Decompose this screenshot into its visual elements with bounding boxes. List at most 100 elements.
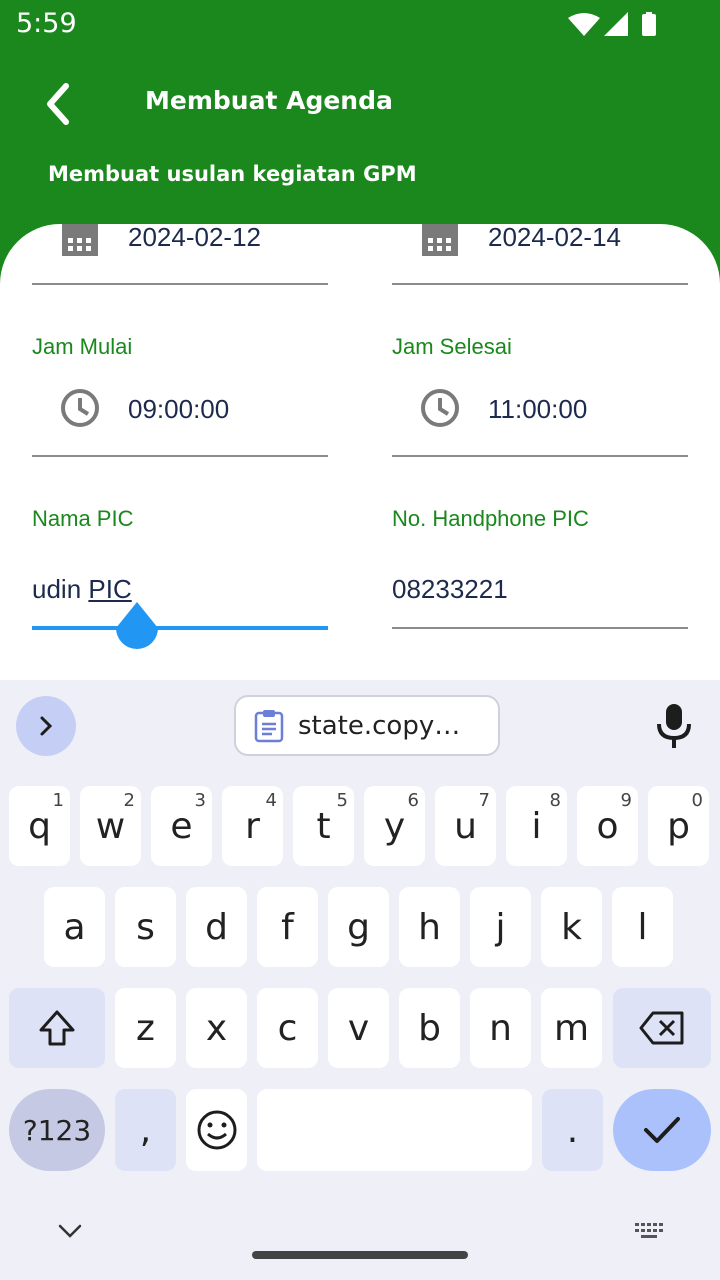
key-label: p [667, 805, 690, 847]
keyboard-expand-button[interactable] [16, 696, 76, 756]
pic-name-composing: PIC [88, 574, 132, 604]
key-n[interactable]: n [470, 988, 531, 1068]
pic-name-label: Nama PIC [32, 506, 134, 531]
key-b[interactable]: b [399, 988, 460, 1068]
key-z[interactable]: z [115, 988, 176, 1068]
key-m[interactable]: m [541, 988, 602, 1068]
hide-keyboard-button[interactable] [56, 1220, 84, 1244]
backspace-icon [639, 1011, 684, 1045]
key-h[interactable]: h [399, 887, 460, 967]
text-cursor-handle[interactable] [114, 602, 160, 658]
key-c[interactable]: c [257, 988, 318, 1068]
period-key[interactable]: . [542, 1089, 603, 1171]
key-l[interactable]: l [612, 887, 673, 967]
key-q[interactable]: q1 [9, 786, 70, 866]
clipboard-icon [254, 709, 284, 742]
start-time-label: Jam Mulai [32, 334, 133, 359]
key-u[interactable]: u7 [435, 786, 496, 866]
key-label: q [28, 805, 51, 847]
shift-key[interactable] [9, 988, 105, 1068]
key-label: w [95, 805, 126, 847]
signal-icon [604, 12, 628, 36]
keyboard-icon [635, 1223, 663, 1238]
key-t[interactable]: t5 [293, 786, 354, 866]
end-time-underline [392, 455, 688, 457]
key-x[interactable]: x [186, 988, 247, 1068]
key-f[interactable]: f [257, 887, 318, 967]
key-o[interactable]: o9 [577, 786, 638, 866]
space-key[interactable] [257, 1089, 532, 1171]
end-date-value: 2024-02-14 [488, 224, 621, 252]
key-label: i [531, 805, 542, 847]
pic-phone-label: No. Handphone PIC [392, 506, 589, 531]
key-hint: 6 [407, 790, 419, 811]
calendar-icon [62, 224, 98, 256]
backspace-key[interactable] [613, 988, 711, 1068]
clipboard-suggestion-chip[interactable]: state.copy… [234, 695, 500, 756]
end-time-value: 11:00:00 [488, 394, 588, 424]
soft-keyboard [0, 680, 720, 1280]
comma-key[interactable]: , [115, 1089, 176, 1171]
pic-name-underline-focused [32, 626, 328, 630]
clock-icon [61, 389, 99, 427]
key-r[interactable]: r4 [222, 786, 283, 866]
chevron-right-icon [40, 716, 53, 736]
microphone-button[interactable] [650, 700, 698, 752]
clipboard-suggestion-text: state.copy… [298, 710, 461, 741]
start-time-value: 09:00:00 [128, 394, 230, 424]
key-hint: 1 [52, 790, 64, 811]
key-k[interactable]: k [541, 887, 602, 967]
key-hint: 2 [123, 790, 135, 811]
clock-icon [421, 389, 459, 427]
key-g[interactable]: g [328, 887, 389, 967]
pic-phone-value: 08233221 [392, 574, 508, 604]
calendar-icon [422, 224, 458, 256]
emoji-icon [197, 1110, 236, 1150]
key-d[interactable]: d [186, 887, 247, 967]
key-label: r [245, 805, 260, 847]
pic-phone-underline [392, 627, 688, 629]
microphone-icon [657, 704, 691, 748]
key-hint: 5 [336, 790, 348, 811]
start-date-value: 2024-02-12 [128, 224, 261, 252]
key-hint: 7 [478, 790, 490, 811]
pic-name-value: udin PIC [32, 574, 132, 604]
key-hint: 9 [620, 790, 632, 811]
emoji-key[interactable] [186, 1089, 247, 1171]
checkmark-icon [644, 1117, 680, 1143]
chevron-down-icon [58, 1224, 82, 1238]
shift-icon [39, 1010, 75, 1046]
key-a[interactable]: a [44, 887, 105, 967]
key-hint: 8 [549, 790, 561, 811]
symbols-key[interactable]: ?123 [9, 1089, 105, 1171]
key-hint: 4 [265, 790, 277, 811]
key-i[interactable]: i8 [506, 786, 567, 866]
key-label: e [170, 805, 193, 847]
key-s[interactable]: s [115, 887, 176, 967]
done-key[interactable] [613, 1089, 711, 1171]
key-j[interactable]: j [470, 887, 531, 967]
form-sheet: 2024-02-12 2024-02-14 Jam Mulai 09:00:00… [0, 224, 720, 684]
key-label: t [316, 805, 331, 847]
key-label: u [454, 805, 477, 847]
gesture-nav-handle[interactable] [252, 1251, 468, 1259]
battery-icon [642, 14, 656, 36]
end-time-label: Jam Selesai [392, 334, 512, 359]
start-date-underline [32, 283, 328, 285]
key-hint: 3 [194, 790, 206, 811]
key-label: o [596, 805, 619, 847]
key-p[interactable]: p0 [648, 786, 709, 866]
key-w[interactable]: w2 [80, 786, 141, 866]
key-y[interactable]: y6 [364, 786, 425, 866]
page-subtitle: Membuat usulan kegiatan GPM [48, 162, 417, 186]
keyboard-switch-button[interactable] [634, 1220, 666, 1244]
key-e[interactable]: e3 [151, 786, 212, 866]
page-title: Membuat Agenda [145, 86, 393, 115]
back-arrow-icon[interactable] [32, 78, 84, 130]
start-time-underline [32, 455, 328, 457]
key-v[interactable]: v [328, 988, 389, 1068]
end-date-underline [392, 283, 688, 285]
status-icons [568, 12, 668, 47]
key-hint: 0 [691, 790, 703, 811]
status-time: 5:59 [16, 8, 77, 39]
